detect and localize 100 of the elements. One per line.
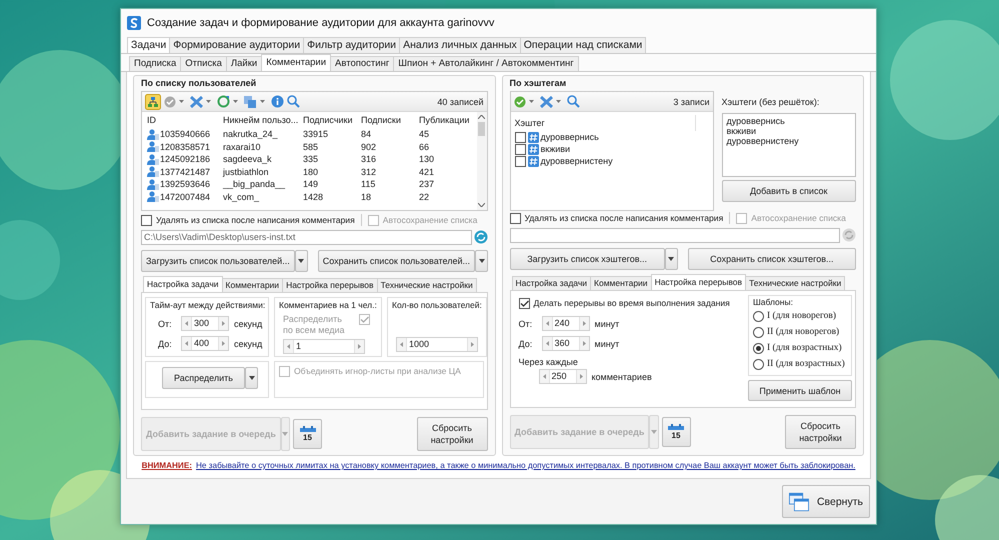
tab[interactable]: Лайки — [226, 56, 262, 71]
checkbox[interactable] — [518, 298, 530, 308]
check-icon[interactable] — [514, 96, 526, 108]
caret-icon[interactable] — [528, 100, 534, 103]
caret-icon — [478, 259, 485, 263]
tab[interactable]: Отписка — [180, 56, 227, 71]
column-header[interactable]: Подписки — [361, 115, 419, 125]
check-icon[interactable] — [164, 96, 176, 108]
caret-icon[interactable] — [260, 100, 265, 103]
decrement-button[interactable] — [542, 337, 552, 350]
file-path-field[interactable] — [510, 228, 840, 242]
hierarchy-icon[interactable] — [145, 94, 161, 110]
hashtag-textarea[interactable]: дуроввернись вкживи дуроввернистену — [722, 113, 856, 177]
checkbox[interactable] — [514, 132, 526, 142]
scrollbar[interactable] — [476, 112, 486, 210]
tab[interactable]: Настройка задачи — [143, 276, 223, 292]
tab[interactable]: Задачи — [127, 37, 170, 53]
caret-icon[interactable] — [556, 100, 560, 103]
increment-button[interactable] — [355, 340, 364, 353]
app-icon — [127, 16, 141, 30]
collapse-button[interactable]: Свернуть — [782, 485, 870, 518]
calendar-button[interactable]: 15 — [662, 417, 690, 447]
checkbox[interactable] — [514, 144, 526, 154]
tab[interactable]: Шпион + Автолайкинг / Автокомментинг — [393, 56, 579, 71]
tab[interactable]: Комментарии — [222, 278, 284, 292]
calendar-button[interactable]: 15 — [293, 419, 322, 449]
tab[interactable]: Настройка задачи — [512, 276, 592, 290]
tab[interactable]: Технические настройки — [745, 276, 846, 290]
tab[interactable]: Фильтр аудитории — [303, 37, 400, 53]
radio-button[interactable] — [753, 326, 764, 338]
decrement-button[interactable] — [284, 340, 293, 353]
decrement-button[interactable] — [182, 317, 191, 330]
tab[interactable]: Формирование аудитории — [169, 37, 304, 53]
caret-icon[interactable] — [206, 100, 211, 103]
left-arrow-icon — [400, 342, 403, 347]
tab[interactable]: Операции над списками — [520, 37, 646, 53]
refresh-icon[interactable] — [217, 95, 230, 108]
dropdown-button[interactable] — [475, 250, 488, 272]
search-icon[interactable] — [566, 95, 580, 108]
checkbox[interactable] — [141, 214, 152, 226]
load-list-button[interactable]: Загрузить список пользователей... — [141, 250, 295, 272]
tab[interactable]: Комментарии — [261, 54, 332, 71]
add-to-list-button[interactable]: Добавить в список — [722, 180, 856, 202]
tab[interactable]: Подписка — [129, 56, 182, 71]
column-header[interactable]: ID — [147, 115, 223, 125]
tab[interactable]: Комментарии — [590, 276, 652, 290]
tab[interactable]: Настройка перерывов — [650, 274, 746, 290]
dropdown-button[interactable] — [245, 367, 258, 389]
refresh-icon[interactable] — [474, 230, 488, 244]
cross-icon[interactable] — [190, 96, 203, 108]
right-arrow-icon — [222, 341, 225, 346]
reset-settings-button[interactable]: Сбросить настройки — [785, 415, 856, 449]
search-icon[interactable] — [287, 95, 300, 108]
column-header[interactable]: Никнейм пользо... — [223, 115, 303, 125]
checkbox[interactable] — [514, 156, 526, 166]
dropdown-button[interactable] — [664, 248, 678, 270]
reset-settings-button[interactable]: Сбросить настройки — [416, 417, 488, 451]
tab[interactable]: Настройка перерывов — [282, 278, 378, 292]
tab[interactable]: Автопостинг — [330, 56, 394, 71]
tab[interactable]: Технические настройки — [376, 278, 477, 292]
caret-icon[interactable] — [233, 100, 238, 103]
decrement-button[interactable] — [540, 370, 548, 383]
decrement-button[interactable] — [542, 317, 552, 330]
table-cell-text: raxarai10 — [223, 142, 262, 152]
table-cell-text: 1392593646 — [160, 179, 212, 190]
increment-button[interactable] — [219, 317, 228, 330]
scrollbar-thumb[interactable] — [478, 122, 485, 136]
caret-icon[interactable] — [179, 100, 184, 103]
table-cell-text: 316 — [361, 154, 378, 164]
file-path-field[interactable]: C:\Users\Vadim\Desktop\users-inst.txt — [141, 230, 472, 244]
table-cell-text: 149 — [303, 179, 320, 190]
dropdown-button[interactable] — [294, 250, 308, 272]
info-icon[interactable] — [271, 95, 284, 108]
column-header[interactable]: Подписчики — [303, 115, 361, 125]
increment-button[interactable] — [468, 338, 477, 351]
save-list-button[interactable]: Сохранить список пользователей... — [318, 250, 476, 272]
cross-icon[interactable] — [540, 96, 552, 108]
record-count: 3 записи — [673, 96, 710, 106]
right-arrow-icon — [471, 342, 474, 347]
tick-icon — [360, 315, 369, 324]
decrement-button[interactable] — [397, 338, 406, 351]
distribute-button[interactable]: Распределить — [162, 367, 245, 389]
table-cell-text: 421 — [419, 166, 436, 177]
column-header[interactable]: Публикации — [419, 115, 475, 125]
save-list-button[interactable]: Сохранить список хэштегов... — [688, 248, 856, 270]
increment-button[interactable] — [219, 337, 228, 350]
refresh-icon[interactable] — [842, 228, 856, 242]
apply-template-button[interactable]: Применить шаблон — [748, 380, 852, 401]
copy-icon[interactable] — [244, 96, 257, 108]
column-header[interactable]: Хэштег — [514, 115, 696, 131]
radio-button[interactable] — [753, 310, 764, 322]
checkbox[interactable] — [510, 212, 520, 224]
radio-button[interactable] — [753, 342, 764, 354]
warning-link[interactable]: Не забывайте о суточных лимитах на установку комментариев, а также о минимально допустимых интервалах. В противном случае Ваш аккаунт может быть заблокирован. — [196, 461, 856, 470]
decrement-button[interactable] — [182, 337, 191, 350]
radio-button[interactable] — [753, 358, 764, 370]
hashtag-icon — [528, 156, 538, 166]
tab[interactable]: Анализ личных данных — [399, 37, 521, 53]
left-arrow-icon — [185, 321, 188, 326]
load-list-button[interactable]: Загрузить список хэштегов... — [510, 248, 665, 270]
